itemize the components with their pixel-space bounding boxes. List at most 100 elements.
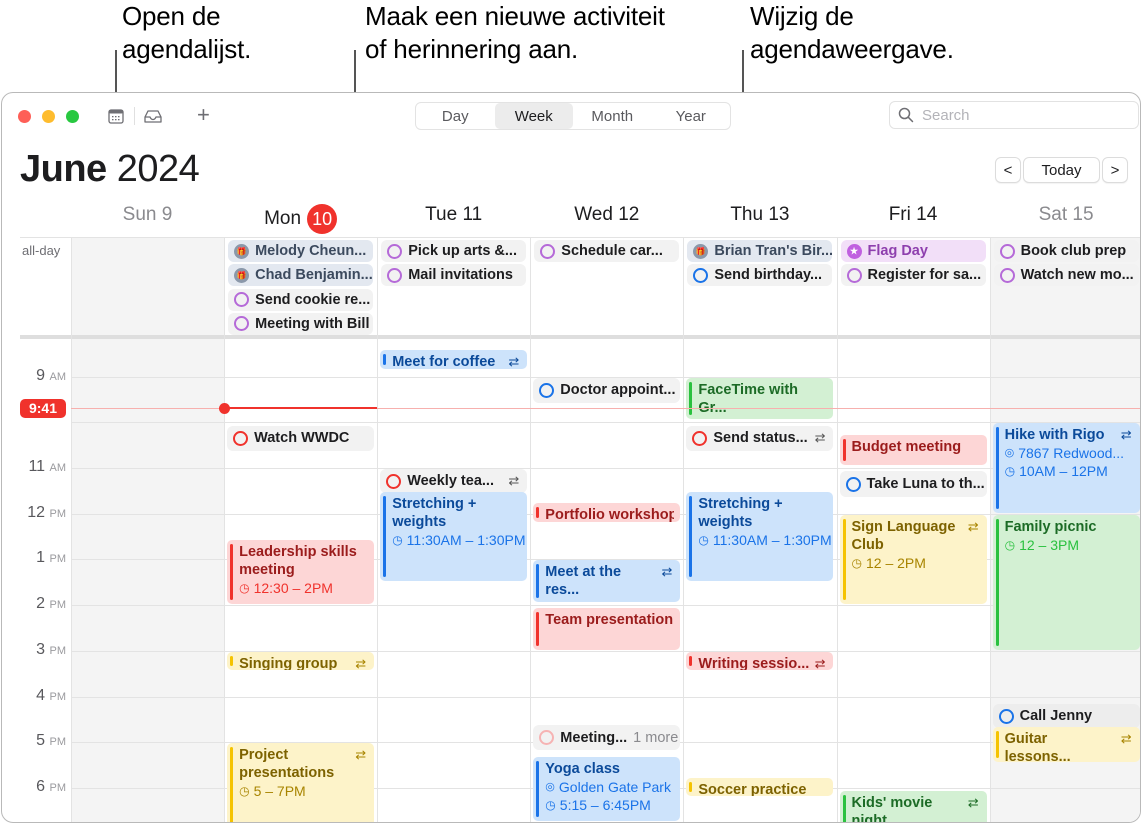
clock-icon: ◷ (239, 580, 250, 595)
today-button[interactable]: Today (1023, 157, 1100, 183)
day-header[interactable]: Sat 15 (990, 204, 1140, 226)
reminder-circle-icon[interactable] (539, 730, 555, 746)
reminder-item[interactable]: Watch WWDC (227, 425, 375, 452)
allday-item[interactable]: 🎁 Brian Tran's Bir... (687, 240, 833, 262)
tab-week[interactable]: Week (494, 103, 573, 129)
allday-item[interactable]: Mail invitations (381, 264, 527, 287)
inbox-icon[interactable] (143, 109, 163, 129)
day-header[interactable]: Fri 14 (837, 204, 990, 226)
reminder-item[interactable]: Take Luna to th... (839, 471, 987, 497)
month-label: June (20, 148, 107, 190)
reminder-item[interactable]: Weekly tea... ⇄ (380, 469, 528, 494)
event-block[interactable]: Leadership skills meeting ◷ 12:30 – 2PM (227, 539, 375, 605)
star-icon[interactable]: ★ (846, 243, 862, 259)
gift-icon[interactable]: 🎁 (234, 267, 250, 283)
event-block[interactable]: Stretching + weights ◷ 11:30AM – 1:30PM (686, 491, 834, 582)
event-color-bar (689, 655, 693, 667)
tab-day[interactable]: Day (416, 103, 495, 129)
event-block[interactable]: FaceTime with Gr... (686, 377, 834, 420)
reminder-circle-icon[interactable] (386, 473, 402, 489)
reminder-circle-icon[interactable] (999, 267, 1015, 283)
tab-year[interactable]: Year (652, 103, 731, 129)
allday-item-title: Book club prep (1020, 243, 1127, 259)
reminder-circle-icon[interactable] (692, 430, 708, 446)
more-count[interactable]: 1 more (633, 730, 678, 746)
allday-item[interactable]: Register for sa... (840, 264, 986, 287)
reminder-circle-icon[interactable] (387, 267, 403, 283)
reminder-item[interactable]: Send status... ⇄ (686, 425, 834, 452)
reminder-item[interactable]: Doctor appoint... (533, 377, 681, 404)
tab-month[interactable]: Month (573, 103, 652, 129)
allday-item[interactable]: Send birthday... (687, 264, 833, 287)
reminder-circle-icon[interactable] (387, 243, 403, 259)
allday-item[interactable]: Meeting with Bill (228, 312, 374, 335)
reminder-item[interactable]: Meeting... 1 more (533, 724, 681, 751)
close-button[interactable] (18, 110, 31, 123)
event-color-bar (230, 747, 234, 822)
hour-label: 9 AM (18, 367, 66, 385)
allday-item-title: Melody Cheun... (255, 243, 367, 259)
event-block[interactable]: Project presentations ◷ 5 – 7PM ⇄ (227, 743, 375, 822)
event-block[interactable]: Singing group ⇄ (227, 651, 375, 671)
hour-number: 11 (28, 458, 46, 476)
hour-ampm: PM (49, 507, 67, 520)
hour-label: 6 PM (18, 778, 66, 796)
next-week-button[interactable]: > (1102, 157, 1128, 183)
search-input[interactable] (922, 106, 1122, 124)
event-block[interactable]: Meet for coffee ⇄ (380, 350, 528, 369)
event-block[interactable]: Team presentation (533, 608, 681, 650)
column-divider (224, 237, 226, 822)
reminder-circle-icon[interactable] (539, 382, 555, 398)
event-block[interactable]: Writing sessio... ⇄ (686, 651, 834, 671)
today-badge: 10 (307, 204, 338, 234)
allday-item[interactable]: Send cookie re... (228, 288, 374, 311)
reminder-circle-icon[interactable] (234, 292, 250, 308)
event-block[interactable]: Budget meeting (839, 434, 987, 465)
gift-icon[interactable]: 🎁 (234, 243, 250, 259)
minimize-button[interactable] (42, 110, 55, 123)
previous-week-button[interactable]: < (995, 157, 1021, 183)
calendar-list-icon[interactable] (108, 109, 124, 129)
allday-item[interactable]: Schedule car... (534, 240, 680, 262)
reminder-circle-icon[interactable] (233, 430, 249, 446)
add-icon[interactable]: + (197, 102, 210, 128)
day-header[interactable]: Sun 9 (71, 204, 224, 226)
allday-item[interactable]: 🎁 Melody Cheun... (228, 240, 374, 262)
event-time: 12:30 – 2PM (253, 579, 333, 596)
zoom-button[interactable] (66, 110, 79, 123)
allday-item[interactable]: Pick up arts &... (381, 240, 527, 262)
allday-item-title: Mail invitations (408, 267, 513, 284)
reminder-circle-icon[interactable] (845, 476, 861, 492)
callout-new-event: Maak een nieuwe activiteit of herinnerin… (365, 1, 665, 64)
allday-item[interactable]: Watch new mo... (993, 264, 1139, 287)
event-block[interactable]: Family picnic ◷ 12 – 3PM (992, 514, 1140, 650)
reminder-item[interactable]: Call Jenny (992, 704, 1140, 729)
event-block[interactable]: Soccer practice (686, 777, 834, 797)
reminder-circle-icon[interactable] (540, 243, 556, 259)
event-block[interactable]: Guitar lessons... ⇄ (992, 727, 1140, 762)
reminder-circle-icon[interactable] (999, 243, 1015, 259)
day-header[interactable]: Thu 13 (683, 204, 836, 226)
event-block[interactable]: Kids' movie night ⇄ (839, 791, 987, 822)
hour-number: 12 (27, 503, 46, 521)
event-block[interactable]: Portfolio workshop (533, 503, 681, 522)
event-block[interactable]: Meet at the res... ⇄ (533, 560, 681, 602)
event-block[interactable]: Stretching + weights ◷ 11:30AM – 1:30PM (380, 491, 528, 582)
repeat-icon: ⇄ (508, 354, 520, 369)
allday-item[interactable]: ★ Flag Day (840, 240, 986, 262)
reminder-circle-icon[interactable] (998, 708, 1014, 724)
allday-item[interactable]: Book club prep (993, 240, 1139, 262)
reminder-circle-icon[interactable] (846, 267, 862, 283)
reminder-circle-icon[interactable] (234, 316, 250, 332)
day-header[interactable]: Mon 10 (224, 204, 377, 234)
event-block[interactable]: Hike with Rigo ◎ 7867 Redwood... ◷ 10AM – 12… (992, 423, 1140, 513)
day-header[interactable]: Tue 11 (377, 204, 530, 226)
event-block[interactable]: Yoga class ◎ Golden Gate Park ◷ 5:15 – 6:45P… (533, 756, 681, 822)
event-block[interactable]: Sign Language Club ◷ 12 – 2PM ⇄ (839, 514, 987, 605)
reminder-circle-icon[interactable] (693, 267, 709, 283)
search-field[interactable] (889, 101, 1139, 129)
gift-icon[interactable]: 🎁 (693, 243, 709, 259)
allday-item[interactable]: 🎁 Chad Benjamin... (228, 264, 374, 287)
event-time: 5:15 – 6:45PM (559, 796, 651, 813)
day-header[interactable]: Wed 12 (530, 204, 683, 226)
